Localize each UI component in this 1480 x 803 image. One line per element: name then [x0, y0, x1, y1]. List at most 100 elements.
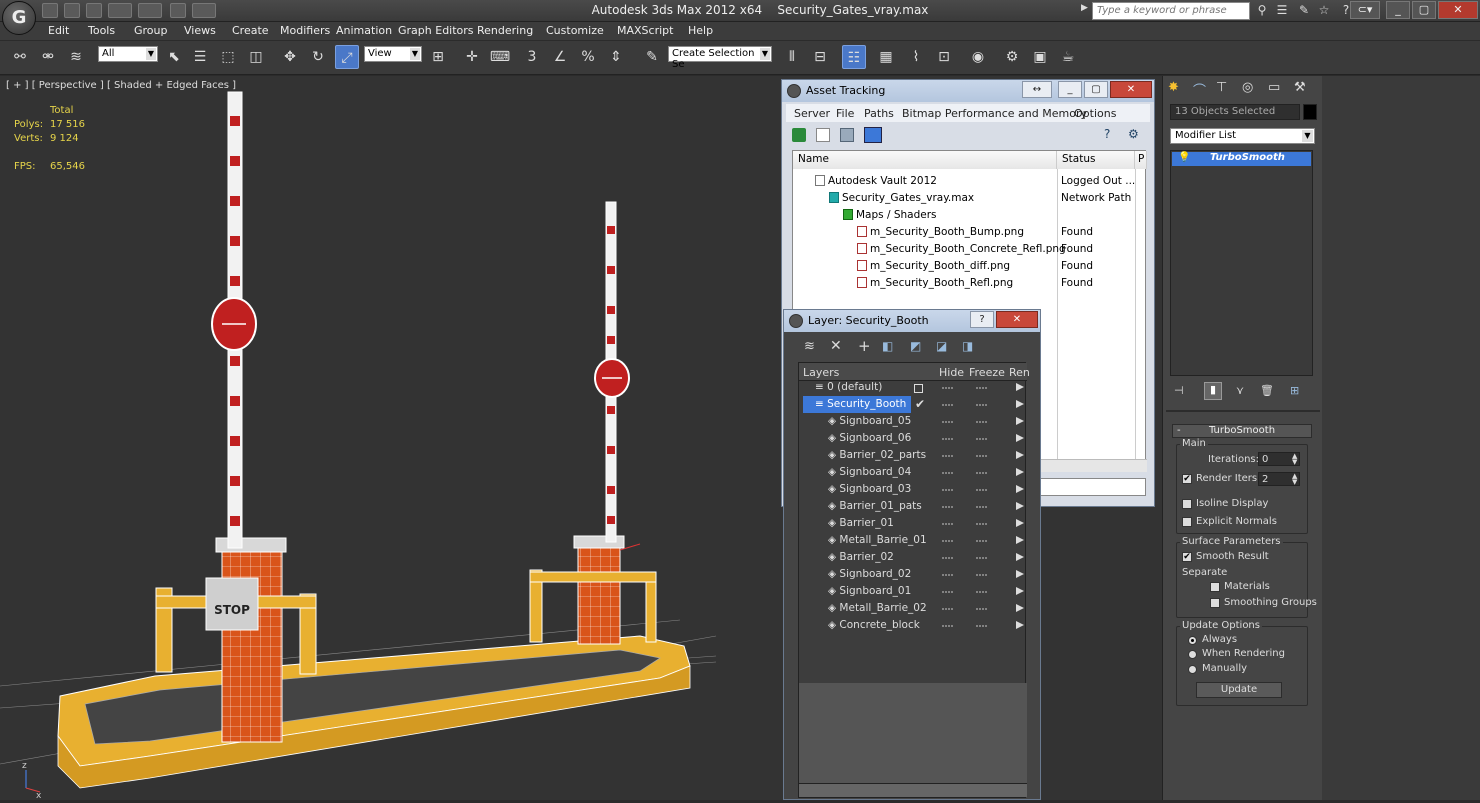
hierarchy-tab-icon[interactable]: ⊤ — [1216, 80, 1234, 98]
column-path[interactable]: P — [1135, 151, 1147, 169]
layer-object-item[interactable]: ◈ Barrier_02 — [828, 549, 894, 566]
selection-filter-dropdown[interactable]: All ▼ — [98, 46, 158, 62]
search-input[interactable]: Type a keyword or phrase — [1092, 2, 1250, 20]
manually-radio[interactable] — [1188, 665, 1197, 674]
bind-spacewarp-icon[interactable]: ≋ — [64, 45, 88, 69]
menu-views[interactable]: Views — [184, 24, 216, 37]
minimize-button[interactable]: _ — [1058, 81, 1082, 98]
rollout-header-turbosmooth[interactable]: - TurboSmooth — [1172, 424, 1312, 438]
scale-icon[interactable]: ⤢ — [335, 45, 359, 69]
isoline-display-checkbox[interactable] — [1182, 499, 1192, 509]
help-dropdown[interactable]: ⊂▾ — [1350, 1, 1380, 19]
schematic-view-icon[interactable]: ⊡ — [932, 45, 956, 69]
menu-create[interactable]: Create — [232, 24, 269, 37]
motion-tab-icon[interactable]: ◎ — [1242, 80, 1260, 98]
column-layers[interactable]: Layers — [803, 366, 839, 379]
menu-edit[interactable]: Edit — [48, 24, 69, 37]
align-icon[interactable]: ⊟ — [808, 45, 832, 69]
graphite-toolbox-icon[interactable]: ▦ — [874, 45, 898, 69]
table-row[interactable]: m_Security_Booth_Refl.png — [857, 275, 1013, 292]
binoculars-icon[interactable]: ⚲ — [1254, 3, 1270, 18]
table-view-icon[interactable] — [864, 127, 882, 143]
mirror-icon[interactable]: ⫴ — [780, 45, 804, 69]
layer-property-columns[interactable] — [940, 379, 1026, 635]
spinner-arrows-icon[interactable]: ▲ ▼ — [1292, 453, 1297, 466]
when-rendering-radio[interactable] — [1188, 650, 1197, 659]
display-tab-icon[interactable]: ▭ — [1268, 80, 1286, 98]
object-color-swatch[interactable] — [1303, 104, 1317, 120]
menu-customize[interactable]: Customize — [546, 24, 604, 37]
selection-info-field[interactable]: 13 Objects Selected — [1170, 104, 1300, 120]
settings-icon[interactable]: ⚙ — [1128, 127, 1142, 141]
asset-tracking-titlebar[interactable]: Asset Tracking ↔ _ ▢ ✕ — [782, 80, 1154, 102]
modifier-list-dropdown[interactable]: Modifier List ▼ — [1170, 128, 1315, 144]
menu-help[interactable]: Help — [688, 24, 713, 37]
menu-options[interactable]: Options — [1074, 107, 1116, 120]
menu-paths[interactable]: Paths — [864, 107, 894, 120]
favorites-star-icon[interactable]: ☆ — [1316, 3, 1332, 18]
layer-object-item[interactable]: ◈ Metall_Barrie_02 — [828, 600, 927, 617]
render-setup-icon[interactable]: ⚙ — [1000, 45, 1024, 69]
resize-arrows-icon[interactable]: ↔ — [1022, 81, 1052, 98]
column-status[interactable]: Status — [1057, 151, 1135, 169]
maximize-button[interactable]: ▢ — [1084, 81, 1108, 98]
refresh-icon[interactable] — [792, 128, 806, 142]
update-button[interactable]: Update — [1196, 682, 1282, 698]
table-row[interactable]: Security_Gates_vray.max — [829, 190, 974, 207]
app-menu-button[interactable]: G — [2, 1, 36, 35]
column-hide[interactable]: Hide — [939, 366, 964, 379]
select-object-icon[interactable]: ⬉ — [162, 45, 186, 69]
show-end-result-icon[interactable]: ▮ — [1204, 382, 1222, 400]
highlight-layer-icon[interactable]: ◩ — [910, 339, 921, 353]
pin-stack-icon[interactable]: ⊣ — [1174, 384, 1192, 400]
project-folder-icon[interactable] — [170, 3, 186, 18]
select-objects-icon[interactable]: ◧ — [882, 339, 893, 353]
hide-all-icon[interactable]: ◪ — [936, 339, 947, 353]
viewport-label[interactable]: [ + ] [ Perspective ] [ Shaded + Edged F… — [6, 80, 236, 91]
pivot-center-icon[interactable]: ⊞ — [426, 45, 450, 69]
configure-sets-icon[interactable]: ⊞ — [1290, 384, 1308, 400]
smooth-result-checkbox[interactable]: ✔ — [1182, 552, 1192, 562]
create-tab-icon[interactable]: ✸ — [1168, 80, 1186, 98]
utilities-tab-icon[interactable]: ⚒ — [1294, 80, 1312, 98]
layer-object-item[interactable]: ◈ Barrier_01 — [828, 515, 894, 532]
delete-layer-icon[interactable]: ✕ — [830, 338, 842, 354]
rectangular-selection-icon[interactable]: ⬚ — [216, 45, 240, 69]
move-icon[interactable]: ✥ — [278, 45, 302, 69]
menu-rendering[interactable]: Rendering — [477, 24, 533, 37]
layer-object-item[interactable]: ◈ Signboard_06 — [828, 430, 911, 447]
material-editor-icon[interactable]: ◉ — [966, 45, 990, 69]
smoothing-groups-checkbox[interactable] — [1210, 598, 1220, 608]
layer-object-item[interactable]: ◈ Barrier_02_parts — [828, 447, 926, 464]
table-row[interactable]: Autodesk Vault 2012 — [815, 173, 937, 190]
remove-modifier-icon[interactable]: 🗑 — [1260, 384, 1278, 400]
table-row[interactable]: m_Security_Booth_Bump.png — [857, 224, 1024, 241]
close-button[interactable]: ✕ — [1110, 81, 1152, 98]
window-crossing-icon[interactable]: ◫ — [244, 45, 268, 69]
select-manipulate-icon[interactable]: ✛ — [460, 45, 484, 69]
freeze-all-icon[interactable]: ◨ — [962, 339, 973, 353]
column-render[interactable]: Ren — [1009, 366, 1030, 379]
menu-file[interactable]: File — [836, 107, 854, 120]
lightbulb-icon[interactable]: 💡 — [1178, 152, 1190, 163]
always-radio[interactable] — [1188, 636, 1197, 645]
keyboard-shortcut-icon[interactable]: ⌨ — [488, 45, 512, 69]
table-row[interactable]: m_Security_Booth_Concrete_Refl.png — [857, 241, 1066, 258]
list-view-icon[interactable] — [816, 128, 830, 142]
render-iters-checkbox[interactable]: ✔ — [1182, 474, 1192, 484]
layer-titlebar[interactable]: Layer: Security_Booth ? ✕ — [784, 310, 1040, 332]
select-by-name-icon[interactable]: ☰ — [188, 45, 212, 69]
add-to-layer-icon[interactable]: + — [858, 337, 871, 355]
subscription-icon[interactable]: ☰ — [1274, 3, 1290, 18]
link-icon[interactable]: ⚯ — [8, 45, 32, 69]
help-button[interactable]: ? — [970, 311, 994, 328]
help-icon[interactable]: ? — [1104, 127, 1118, 141]
layer-object-item[interactable]: ◈ Signboard_04 — [828, 464, 911, 481]
arrow-right-icon[interactable]: ▶ — [1081, 3, 1090, 19]
percent-snap-icon[interactable]: % — [576, 45, 600, 69]
snap-toggle-icon[interactable]: 3 — [520, 45, 544, 69]
rendered-frame-icon[interactable]: ▣ — [1028, 45, 1052, 69]
materials-checkbox[interactable] — [1210, 582, 1220, 592]
angle-snap-icon[interactable]: ∠ — [548, 45, 572, 69]
layer-object-item[interactable]: ◈ Concrete_block — [828, 617, 920, 634]
